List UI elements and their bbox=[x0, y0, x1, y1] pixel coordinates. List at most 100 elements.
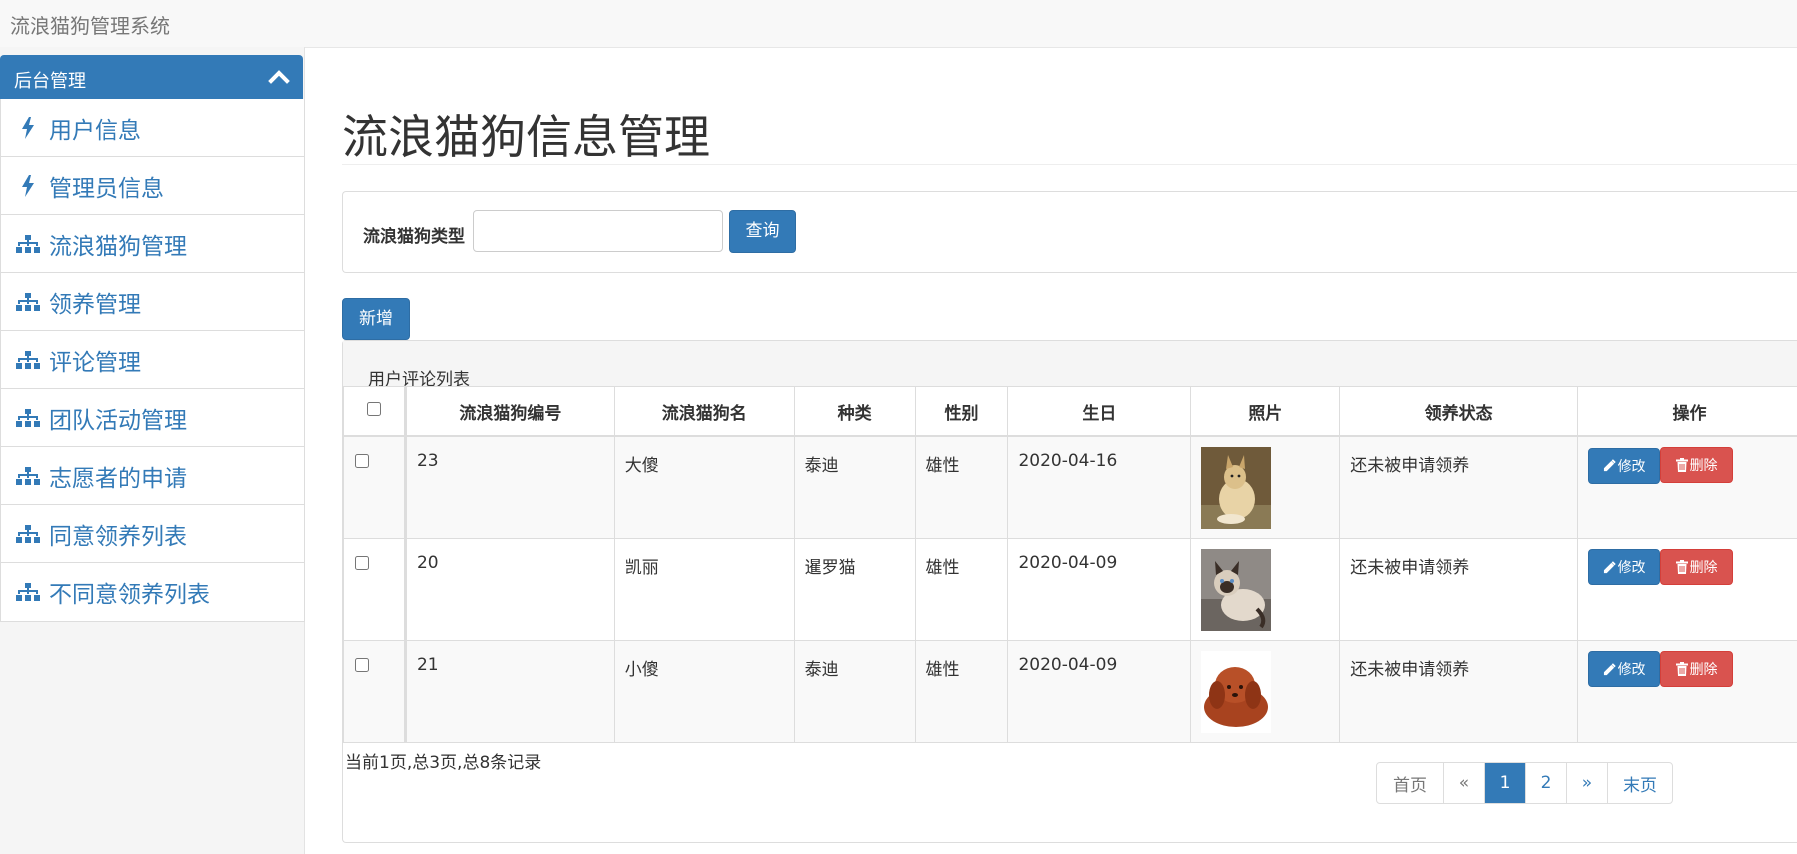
chevron-up-icon[interactable] bbox=[267, 65, 291, 89]
pet-table: 流浪猫狗编号 流浪猫狗名 种类 性别 生日 照片 领养状态 操作 23 大傻 泰… bbox=[343, 386, 1797, 743]
cell-status: 还未被申请领养 bbox=[1339, 537, 1579, 641]
page-title: 流浪猫狗信息管理 bbox=[342, 110, 710, 164]
sitemap-icon bbox=[15, 232, 41, 256]
cell-name: 小傻 bbox=[613, 639, 795, 743]
sitemap-icon bbox=[15, 464, 41, 488]
list-panel: 用户评论列表 流浪猫狗编号 流浪猫狗名 种类 性别 生日 照片 领养状态 操作 bbox=[342, 340, 1797, 843]
cat-photo bbox=[1201, 548, 1272, 631]
page-link-1[interactable]: 1 bbox=[1484, 763, 1525, 803]
sidebar: 后台管理 用户信息 管理员信息 流浪猫狗管理 领养管理 评论管理 团队活动管理 bbox=[0, 47, 305, 854]
cell-photo bbox=[1190, 537, 1341, 641]
sidebar-item-label: 志愿者的申请 bbox=[49, 465, 187, 492]
edit-label: 修改 bbox=[1617, 458, 1646, 475]
delete-label: 删除 bbox=[1689, 458, 1718, 474]
sidebar-item-label: 管理员信息 bbox=[49, 175, 164, 202]
cell-id: 20 bbox=[404, 537, 615, 641]
edit-button[interactable]: 修改 bbox=[1588, 549, 1661, 585]
trash-icon bbox=[1675, 661, 1688, 676]
title-divider bbox=[342, 164, 1797, 165]
sidebar-item-comment-management[interactable]: 评论管理 bbox=[1, 331, 304, 389]
top-navbar: 流浪猫狗管理系统 bbox=[0, 0, 1797, 48]
page-info: 当前1页,总3页,总8条记录 bbox=[345, 753, 542, 773]
delete-button[interactable]: 删除 bbox=[1660, 548, 1734, 585]
delete-label: 删除 bbox=[1689, 559, 1718, 576]
cell-actions: 修改 删除 bbox=[1577, 435, 1797, 539]
flash-icon bbox=[15, 116, 41, 140]
column-header[interactable]: 流浪猫狗名 bbox=[613, 386, 795, 437]
sidebar-item-label: 评论管理 bbox=[49, 349, 141, 376]
list-panel-header: 用户评论列表 bbox=[343, 341, 1797, 390]
edit-button[interactable]: 修改 bbox=[1588, 447, 1661, 484]
table-row: 21 小傻 泰迪 雄性 2020-04-09 还未被申请领养 修改 删除 bbox=[343, 639, 1797, 743]
edit-label: 修改 bbox=[1617, 662, 1646, 678]
sidebar-item-label: 同意领养列表 bbox=[49, 523, 187, 550]
sitemap-icon bbox=[15, 348, 41, 372]
cell-status: 还未被申请领养 bbox=[1339, 435, 1579, 539]
sidebar-item-adoption-management[interactable]: 领养管理 bbox=[1, 273, 304, 331]
dog-photo bbox=[1201, 447, 1272, 529]
column-header[interactable]: 生日 bbox=[1007, 386, 1192, 437]
row-checkbox[interactable] bbox=[355, 454, 369, 468]
trash-icon bbox=[1675, 559, 1688, 574]
dog-photo bbox=[1201, 650, 1272, 733]
last-page-link[interactable]: 末页 bbox=[1607, 763, 1672, 803]
cell-actions: 修改 删除 bbox=[1577, 537, 1797, 641]
pencil-icon bbox=[1603, 662, 1616, 675]
sidebar-item-pet-management[interactable]: 流浪猫狗管理 bbox=[1, 215, 304, 273]
sitemap-icon bbox=[15, 522, 41, 546]
delete-label: 删除 bbox=[1689, 661, 1718, 678]
app-brand[interactable]: 流浪猫狗管理系统 bbox=[10, 10, 170, 39]
search-form: 流浪猫狗类型 查询 bbox=[342, 191, 1797, 273]
table-row: 23 大傻 泰迪 雄性 2020-04-16 还未被申请领养 修改 删除 bbox=[343, 435, 1797, 539]
sidebar-panel-header[interactable]: 后台管理 bbox=[0, 55, 303, 99]
first-page-link[interactable]: 首页 bbox=[1377, 763, 1443, 803]
add-button[interactable]: 新增 bbox=[342, 298, 410, 340]
row-checkbox[interactable] bbox=[355, 555, 369, 570]
column-header[interactable]: 性别 bbox=[914, 386, 1009, 437]
sidebar-item-label: 团队活动管理 bbox=[49, 407, 187, 434]
sidebar-item-team-activity[interactable]: 团队活动管理 bbox=[1, 389, 304, 447]
sidebar-item-approved-adoptions[interactable]: 同意领养列表 bbox=[1, 505, 304, 563]
cell-photo bbox=[1190, 435, 1341, 539]
select-all-checkbox[interactable] bbox=[366, 402, 381, 416]
prev-page-link[interactable]: « bbox=[1443, 763, 1484, 803]
pencil-icon bbox=[1603, 459, 1616, 472]
cell-actions: 修改 删除 bbox=[1577, 639, 1797, 743]
sidebar-item-volunteer-applications[interactable]: 志愿者的申请 bbox=[1, 447, 304, 505]
next-page-link[interactable]: » bbox=[1566, 763, 1607, 803]
cell-kind: 泰迪 bbox=[793, 639, 916, 743]
delete-button[interactable]: 删除 bbox=[1660, 650, 1734, 687]
cell-name: 凯丽 bbox=[613, 537, 795, 641]
column-header[interactable]: 流浪猫狗编号 bbox=[404, 386, 615, 437]
column-header[interactable]: 领养状态 bbox=[1339, 386, 1579, 437]
main-content: 流浪猫狗信息管理 流浪猫狗类型 查询 新增 用户评论列表 流浪猫狗编号 流浪猫狗… bbox=[342, 47, 1797, 854]
row-select-cell bbox=[343, 639, 407, 743]
sidebar-item-label: 领养管理 bbox=[49, 291, 141, 318]
row-checkbox[interactable] bbox=[355, 657, 369, 672]
cell-status: 还未被申请领养 bbox=[1339, 639, 1579, 743]
sitemap-icon bbox=[15, 290, 41, 314]
column-header[interactable]: 种类 bbox=[793, 386, 916, 437]
sidebar-item-label: 流浪猫狗管理 bbox=[49, 233, 187, 260]
sidebar-item-admin-info[interactable]: 管理员信息 bbox=[1, 157, 304, 215]
sidebar-item-rejected-adoptions[interactable]: 不同意领养列表 bbox=[1, 563, 304, 621]
cell-id: 23 bbox=[404, 435, 615, 539]
sitemap-icon bbox=[15, 580, 41, 604]
query-button[interactable]: 查询 bbox=[729, 210, 796, 253]
edit-button[interactable]: 修改 bbox=[1588, 651, 1661, 687]
delete-button[interactable]: 删除 bbox=[1660, 447, 1734, 483]
sidebar-item-user-info[interactable]: 用户信息 bbox=[1, 99, 304, 157]
cell-sex: 雄性 bbox=[914, 435, 1009, 539]
flash-icon bbox=[15, 174, 41, 198]
cell-kind: 暹罗猫 bbox=[793, 537, 916, 641]
pet-type-search-input[interactable] bbox=[473, 210, 723, 252]
sidebar-menu: 用户信息 管理员信息 流浪猫狗管理 领养管理 评论管理 团队活动管理 志愿者的申… bbox=[0, 99, 305, 622]
sidebar-item-label: 不同意领养列表 bbox=[49, 582, 210, 608]
column-header[interactable]: 照片 bbox=[1190, 386, 1341, 437]
page-link-2[interactable]: 2 bbox=[1525, 763, 1566, 803]
column-header[interactable]: 操作 bbox=[1577, 386, 1797, 437]
cell-birthday: 2020-04-09 bbox=[1007, 537, 1192, 641]
cell-id: 21 bbox=[404, 639, 615, 743]
sidebar-item-label: 用户信息 bbox=[49, 117, 141, 144]
pagination: 首页 « 1 2 » 末页 bbox=[1376, 762, 1673, 804]
